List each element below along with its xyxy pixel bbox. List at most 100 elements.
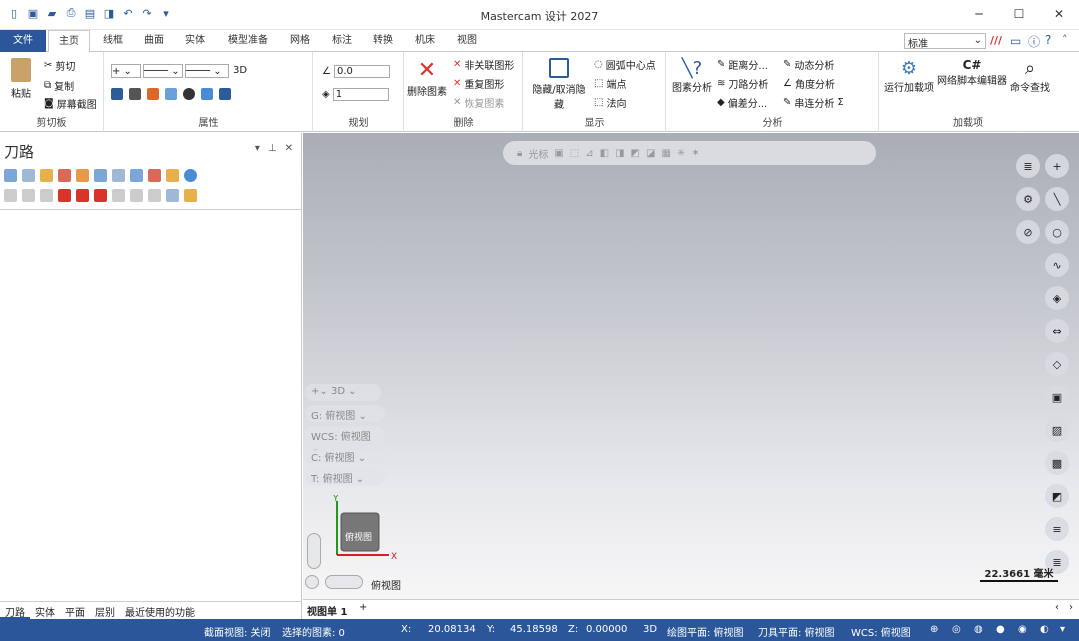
display-toggle-icon[interactable]	[40, 189, 53, 202]
level-field[interactable]: ◈ 1	[322, 88, 389, 101]
tab-view[interactable]: 视图	[447, 30, 487, 52]
copy-button[interactable]: ⧉ 复制	[44, 78, 74, 93]
select-body-icon[interactable]: ◪	[646, 148, 655, 159]
rotate-icon[interactable]	[305, 575, 319, 589]
graphics-viewport[interactable]: 🔒︎ 光标 ▣ ⬚ ⊿ ◧ ◨ ◩ ◪ ▦ ✳ ✶ ≣ + ⚙ ╲ ⊘ ○ ∿ …	[303, 133, 1079, 599]
point-style-select[interactable]: + ⌄	[111, 64, 141, 78]
auto-cursor-icon[interactable]: ✶	[691, 148, 699, 159]
line-button[interactable]: ╲	[1045, 187, 1069, 211]
select-edge-icon[interactable]: ◩	[631, 148, 640, 159]
panel-tab-toolpaths[interactable]: 刀路	[0, 602, 30, 619]
settings-button[interactable]: ⚙	[1016, 187, 1040, 211]
panel-tab-recent[interactable]: 最近使用的功能	[120, 602, 200, 619]
cut-button[interactable]: ✂ 剪切	[44, 58, 75, 73]
hide-unhide-button[interactable]: 隐藏/取消隐藏	[528, 58, 590, 111]
set-all-icon[interactable]	[201, 88, 213, 100]
help-icon[interactable]: ?	[1045, 33, 1051, 47]
toolpath-analysis-button[interactable]: ≋ 刀路分析	[717, 76, 768, 91]
snap-icon[interactable]: ✳	[677, 148, 685, 159]
transform-button[interactable]: ◇	[1045, 352, 1069, 376]
vertical-nav-icon[interactable]	[307, 533, 321, 569]
view-3d-toggle[interactable]: 3D	[331, 386, 345, 397]
nonassoc-button[interactable]: ✕ 非关联图形	[453, 57, 514, 72]
panel-tab-planes[interactable]: 平面	[60, 602, 90, 619]
maximize-button[interactable]: ☐	[999, 0, 1039, 28]
high-feed-icon[interactable]	[148, 169, 161, 182]
grid-icon[interactable]: ▦	[661, 148, 670, 159]
move-up-icon[interactable]	[76, 189, 89, 202]
regenerate-dirty-icon[interactable]	[58, 169, 71, 182]
line-width-select[interactable]: ──── ⌄	[185, 64, 229, 78]
select-chain-icon[interactable]: ⊿	[585, 148, 593, 159]
solid-color-icon[interactable]	[147, 88, 159, 100]
plane-g[interactable]: G: 俯视图 ⌄	[305, 405, 385, 422]
viewsheet-tab[interactable]: 视图单 1	[307, 603, 347, 618]
lock-icon[interactable]: 🔒︎	[517, 148, 522, 159]
sum-icon[interactable]: Σ	[837, 97, 843, 108]
layers-button[interactable]: ≣	[1016, 154, 1040, 178]
scroll-right-icon[interactable]: ›	[1069, 602, 1073, 613]
angle-analysis-button[interactable]: ∠ 角度分析	[783, 76, 835, 91]
info-icon[interactable]: ⓘ	[1028, 33, 1040, 50]
select-failed-icon[interactable]	[22, 169, 35, 182]
select-window-icon[interactable]: ⬚	[570, 148, 579, 159]
plane-wcs[interactable]: WCS: 俯视图 ⌄	[305, 426, 385, 454]
section-view-status[interactable]: 截面视图: 关闭	[204, 624, 271, 639]
globe-icon[interactable]: ⊕	[930, 624, 938, 635]
spline-button[interactable]: ∿	[1045, 253, 1069, 277]
dynamic-analysis-button[interactable]: ✎ 动态分析	[783, 57, 834, 72]
help-icon[interactable]	[184, 169, 197, 182]
endpoint-button[interactable]: ⬚ 端点	[594, 76, 626, 91]
deviation-button[interactable]: ◆ 偏差分...	[717, 95, 767, 110]
tab-annotate[interactable]: 标注	[322, 30, 362, 52]
shaded-icon[interactable]: ●	[996, 624, 1005, 635]
select-filter-icon[interactable]: ▣	[554, 148, 563, 159]
options-icon[interactable]	[184, 189, 197, 202]
add-sheet-icon[interactable]: +	[359, 602, 367, 613]
tab-file[interactable]: 文件	[0, 30, 46, 52]
simulate-icon[interactable]	[112, 169, 125, 182]
plane-t[interactable]: T: 俯视图 ⌄	[305, 468, 385, 485]
lock-icon[interactable]	[4, 189, 17, 202]
tab-machine[interactable]: 机床	[405, 30, 445, 52]
attribute-manager-icon[interactable]	[219, 88, 231, 100]
dimension-button[interactable]: ⇔	[1045, 319, 1069, 343]
circle-button[interactable]: ○	[1045, 220, 1069, 244]
panel-tab-levels[interactable]: 层别	[90, 602, 120, 619]
restore-button[interactable]: ✕ 恢复图素	[453, 95, 504, 110]
line-style-select[interactable]: ──── ⌄	[143, 64, 183, 78]
z-depth-field[interactable]: ∠ 0.0	[322, 65, 390, 78]
shaded-edges-icon[interactable]: ◉	[1018, 624, 1027, 635]
panel-menu-icon[interactable]: ▾	[255, 143, 260, 154]
level-color-icon[interactable]	[165, 88, 177, 100]
translucency-icon[interactable]: ◐	[1040, 624, 1049, 635]
tab-transform[interactable]: 转换	[363, 30, 403, 52]
minimize-button[interactable]: ─	[959, 0, 999, 28]
plus-icon[interactable]: +⌄	[311, 386, 328, 397]
command-finder-button[interactable]: ⌕ 命令查找	[1008, 58, 1052, 94]
mode-3d-toggle[interactable]: 3D	[233, 65, 247, 76]
regenerate-icon[interactable]	[40, 169, 53, 182]
box-button[interactable]: ▣	[1045, 385, 1069, 409]
verify-icon[interactable]	[94, 169, 107, 182]
tplane-status[interactable]: 刀具平面: 俯视图	[758, 624, 835, 639]
chevron-down-icon[interactable]: ⌄	[348, 386, 356, 397]
color-icon[interactable]	[111, 88, 123, 100]
backplot-icon[interactable]	[76, 169, 89, 182]
tab-model-prep[interactable]: 模型准备	[218, 30, 278, 52]
tab-solid[interactable]: 实体	[175, 30, 215, 52]
tab-wireframe[interactable]: 线框	[93, 30, 133, 52]
message-icon[interactable]: ▭	[1010, 34, 1021, 48]
select-all-icon[interactable]	[4, 169, 17, 182]
move-down-icon[interactable]	[58, 189, 71, 202]
material-icon[interactable]	[183, 88, 195, 100]
status-more-icon[interactable]: ▾	[1060, 624, 1065, 635]
run-addin-button[interactable]: ⚙ 运行加载项	[882, 58, 936, 94]
view-cube-label[interactable]: 俯视图	[345, 530, 372, 543]
material-button[interactable]: ▨	[1045, 418, 1069, 442]
cursor-mode-select[interactable]: 光标	[528, 146, 548, 161]
paste-button[interactable]: 粘贴	[6, 58, 36, 100]
horizontal-nav-icon[interactable]	[325, 575, 363, 589]
color-button[interactable]: ◩	[1045, 484, 1069, 508]
insert-arrow-icon[interactable]	[94, 189, 107, 202]
